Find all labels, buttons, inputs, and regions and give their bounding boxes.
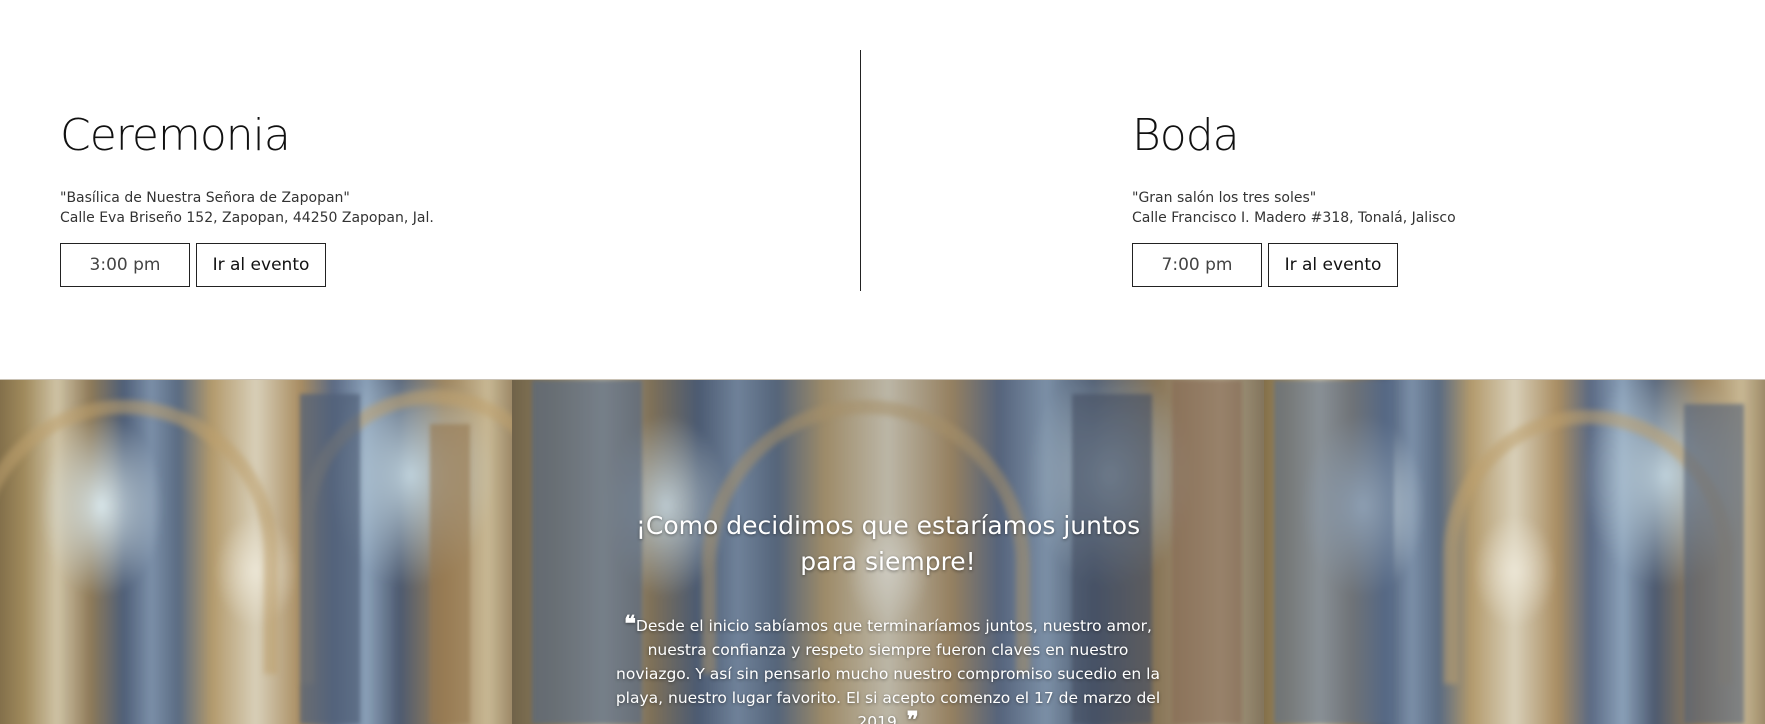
event-venue: "Basílica de Nuestra Señora de Zapopan" [60,190,350,206]
vertical-divider [860,50,861,291]
story-heading: ¡Como decidimos que estaríamos juntos pa… [635,511,1141,576]
story-section: ¡Como decidimos que estaríamos juntos pa… [0,379,1765,724]
event-time: 3:00 pm [60,243,190,287]
church-photo-left [0,380,512,724]
event-time: 7:00 pm [1132,243,1262,287]
event-address: Calle Francisco I. Madero #318, Tonalá, … [1132,210,1456,226]
story-quote: ❝Desde el inicio sabíamos que terminaría… [608,611,1168,724]
go-to-event-button[interactable]: Ir al evento [196,243,326,287]
event-address: Calle Eva Briseño 152, Zapopan, 44250 Za… [60,210,434,226]
story-text: ¡Como decidimos que estaríamos juntos pa… [600,508,1176,724]
event-actions: 3:00 pm Ir al evento [60,243,434,287]
event-actions: 7:00 pm Ir al evento [1132,243,1456,287]
event-wedding: Boda "Gran salón los tres soles" Calle F… [1132,108,1456,287]
open-quote-icon: ❝ [624,611,636,637]
event-title: Ceremonia [60,110,291,161]
church-photo-right [1264,380,1765,724]
event-title: Boda [1132,110,1240,161]
close-quote-icon: ❞ [906,707,919,724]
go-to-event-button[interactable]: Ir al evento [1268,243,1398,287]
events-section: Ceremonia "Basílica de Nuestra Señora de… [0,0,1765,379]
event-ceremony: Ceremonia "Basílica de Nuestra Señora de… [60,108,434,287]
event-venue: "Gran salón los tres soles" [1132,190,1317,206]
story-quote-text: Desde el inicio sabíamos que terminaríam… [615,617,1161,724]
